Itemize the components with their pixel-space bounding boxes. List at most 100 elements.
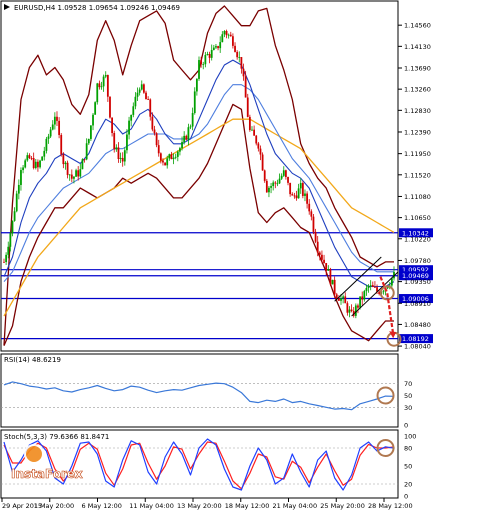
price-tick-label: 1.08040 (404, 343, 431, 351)
candle-body (30, 158, 33, 159)
candle-body (90, 125, 92, 139)
candle-body (350, 309, 353, 311)
candle-body (248, 116, 251, 131)
candle-body (316, 241, 319, 253)
candle-body (181, 142, 183, 149)
candle-body (58, 120, 61, 135)
candle-body (168, 154, 171, 159)
candle-body (170, 154, 173, 160)
candle-body (251, 129, 253, 131)
stoch-tick-label: 80 (404, 445, 412, 453)
candle-body (210, 49, 213, 58)
candle-body (60, 134, 63, 155)
candle-body (253, 129, 256, 136)
candle-body (306, 193, 308, 204)
candle-body (374, 286, 376, 288)
price-tick-label: 1.14130 (404, 43, 431, 51)
candle-body (191, 113, 194, 127)
candle-body (43, 150, 46, 157)
candle-body (363, 291, 366, 300)
candle-body (236, 51, 239, 58)
candle-body (75, 170, 77, 177)
candle-body (365, 288, 368, 292)
candle-body (215, 46, 217, 48)
candlesticks (3, 29, 395, 319)
candle-body (157, 145, 160, 154)
candle-body (310, 211, 313, 217)
candle-body (206, 54, 209, 56)
price-tick-label: 1.10650 (404, 214, 431, 222)
candle-body (212, 47, 215, 50)
candle-body (331, 279, 334, 285)
candle-body (208, 54, 211, 58)
time-tick-label: 6 May 12:00 (82, 502, 122, 510)
time-tick-label: 25 May 20:00 (320, 502, 365, 510)
chart-window: EURUSD,H4 1.09528 1.09654 1.09246 1.0946… (0, 0, 481, 510)
price-tick-label: 1.08910 (404, 300, 431, 308)
candle-body (24, 160, 27, 168)
candle-body (142, 84, 145, 93)
time-tick-label: 13 May 20:00 (177, 502, 222, 510)
candle-body (223, 30, 226, 35)
candle-body (68, 174, 71, 176)
time-tick-label: 1 May 20:00 (34, 502, 74, 510)
ma-mid-line (3, 84, 394, 282)
candle-body (198, 60, 200, 79)
candle-body (62, 154, 65, 165)
candle-body (314, 231, 317, 242)
candle-body (382, 291, 385, 293)
candle-body (187, 127, 190, 140)
candle-body (246, 97, 249, 117)
candle-body (113, 132, 116, 150)
candle-body (145, 92, 147, 100)
candle-body (342, 296, 345, 299)
annotation-circle (379, 285, 395, 301)
candle-body (272, 182, 275, 187)
candle-body (229, 34, 232, 37)
rsi-tick-label: 30 (404, 404, 412, 412)
candle-body (123, 150, 126, 162)
candle-body (121, 157, 124, 162)
stoch-tick-label: 20 (404, 481, 412, 489)
candle-body (257, 143, 260, 149)
candle-body (85, 143, 88, 160)
candle-body (83, 159, 86, 161)
candle-body (7, 246, 10, 255)
price-tick-label: 1.10220 (404, 235, 431, 243)
candle-body (225, 30, 228, 36)
price-tick-label: 1.12830 (404, 107, 431, 115)
candle-body (263, 170, 266, 181)
candle-body (37, 161, 39, 168)
time-tick-label: 21 May 04:00 (273, 502, 318, 510)
candle-body (217, 46, 219, 49)
candle-body (195, 78, 198, 92)
candle-body (130, 114, 133, 121)
candle-body (295, 195, 298, 199)
candle-body (308, 203, 311, 212)
candle-body (202, 64, 205, 65)
candle-body (323, 259, 325, 264)
candle-body (20, 170, 22, 185)
price-tick-label: 1.11080 (404, 193, 431, 201)
instaforex-logo-text: InstaForex (11, 467, 83, 481)
candle-body (297, 188, 300, 199)
candle-body (11, 220, 14, 234)
candle-body (106, 75, 109, 97)
time-tick-label: 11 May 04:00 (129, 502, 174, 510)
candle-body (299, 183, 302, 189)
rsi-panel-frame (0, 353, 399, 428)
candle-body (293, 195, 296, 197)
candle-body (64, 162, 67, 165)
candle-body (41, 156, 44, 161)
price-tick-label: 1.12390 (404, 128, 431, 136)
candle-body (371, 285, 374, 287)
candle-body (176, 151, 179, 157)
candle-body (327, 268, 330, 271)
candle-body (289, 182, 292, 195)
time-tick-label: 18 May 12:00 (225, 502, 270, 510)
candle-body (304, 193, 306, 196)
candle-body (390, 278, 393, 286)
candle-body (136, 92, 139, 97)
candle-body (189, 126, 192, 128)
candle-body (259, 148, 262, 155)
